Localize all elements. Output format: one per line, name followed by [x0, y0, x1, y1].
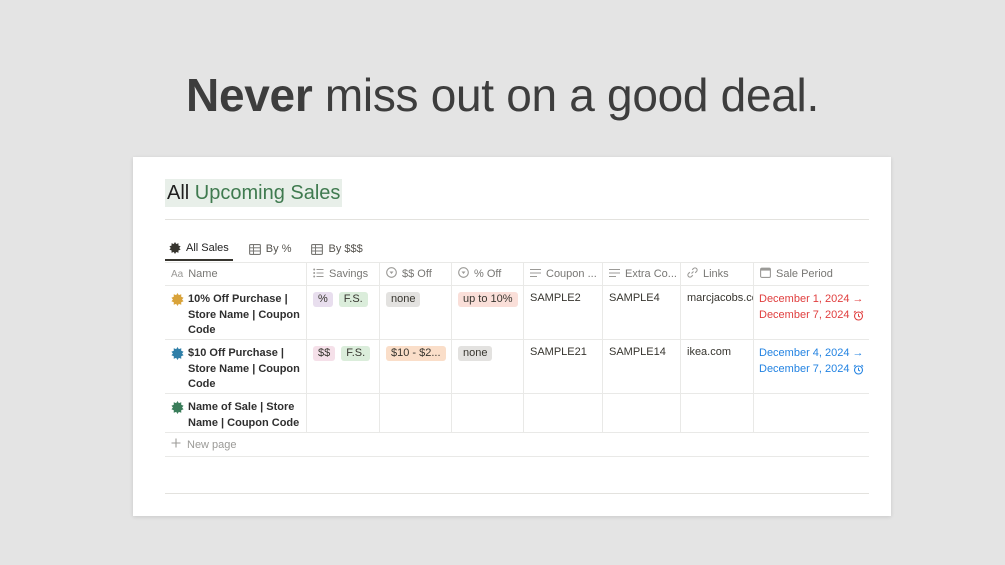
tab-label: All Sales	[186, 242, 229, 254]
savings-tag: F.S.	[338, 292, 368, 307]
cell-sale-period[interactable]: December 1, 2024 → December 7, 2024	[754, 286, 869, 339]
lines-icon	[530, 268, 541, 281]
cell-extra-coupon[interactable]: SAMPLE14	[603, 340, 681, 393]
select-icon	[386, 267, 397, 281]
dollar-off-tag: none	[386, 292, 421, 307]
headline-rest: miss out on a good deal.	[324, 69, 819, 121]
savings-tag: $$	[313, 346, 336, 361]
column-label: % Off	[474, 268, 502, 280]
new-page-label: New page	[187, 438, 237, 451]
title-part-all: All	[167, 182, 190, 204]
column-header-sale-period[interactable]: Sale Period	[754, 263, 869, 285]
column-header-links[interactable]: Links	[681, 263, 754, 285]
burst-icon	[171, 347, 184, 393]
alarm-clock-icon	[853, 310, 864, 321]
burst-icon	[171, 401, 184, 431]
cell-link[interactable]: ikea.com	[681, 340, 754, 393]
row-title: 10% Off Purchase | Store Name | Coupon C…	[188, 293, 300, 336]
cell-coupon[interactable]	[524, 394, 603, 432]
cell-sale-period[interactable]	[754, 394, 869, 432]
cell-savings[interactable]	[307, 394, 380, 432]
select-icon	[458, 267, 469, 281]
tab-all-sales[interactable]: All Sales	[165, 237, 233, 261]
column-label: Name	[188, 268, 218, 280]
tab-label: By %	[265, 243, 292, 255]
cell-name[interactable]: Name of Sale | Store Name | Coupon Code	[165, 394, 307, 432]
list-icon	[313, 268, 324, 281]
cell-dollar-off[interactable]	[380, 394, 452, 432]
table-row[interactable]: Name of Sale | Store Name | Coupon Code	[165, 394, 869, 433]
column-header-name[interactable]: Aa Name	[165, 263, 307, 285]
calendar-icon	[760, 267, 771, 281]
sales-table: Aa Name Savings $$ Off % Off Coupon ... E…	[165, 262, 869, 457]
link-icon	[687, 267, 698, 281]
title-divider	[165, 219, 869, 220]
table-icon	[311, 243, 324, 255]
plus-icon	[171, 438, 181, 451]
alarm-clock-icon	[853, 364, 864, 375]
column-label: Links	[703, 268, 729, 280]
table-icon	[248, 243, 261, 255]
column-header-pct-off[interactable]: % Off	[452, 263, 524, 285]
column-label: Coupon ...	[546, 268, 597, 280]
cell-name[interactable]: $10 Off Purchase | Store Name | Coupon C…	[165, 340, 307, 393]
cell-extra-coupon[interactable]: SAMPLE4	[603, 286, 681, 339]
cell-savings[interactable]: $$ F.S.	[307, 340, 380, 393]
cell-pct-off[interactable]: up to 10%	[452, 286, 524, 339]
cell-sale-period[interactable]: December 4, 2024 → December 7, 2024	[754, 340, 869, 393]
period-end: December 7, 2024	[759, 308, 850, 321]
headline-bold: Never	[186, 69, 313, 121]
cell-coupon[interactable]: SAMPLE21	[524, 340, 603, 393]
cell-extra-coupon[interactable]	[603, 394, 681, 432]
table-header: Aa Name Savings $$ Off % Off Coupon ... E…	[165, 262, 869, 286]
tab-by-dollars[interactable]: By $$$	[307, 237, 366, 261]
savings-tag: F.S.	[341, 346, 371, 361]
view-tabs: All Sales By % By $$$	[165, 237, 367, 261]
database-card: All Upcoming Sales All Sales By % By $$$…	[133, 157, 891, 516]
pct-off-tag: up to 10%	[458, 292, 518, 307]
tab-label: By $$$	[328, 243, 363, 255]
cell-dollar-off[interactable]: none	[380, 286, 452, 339]
headline: Never miss out on a good deal.	[0, 68, 1005, 122]
cell-name[interactable]: 10% Off Purchase | Store Name | Coupon C…	[165, 286, 307, 339]
period-start: December 4, 2024 →	[759, 347, 864, 359]
pct-off-tag: none	[458, 346, 493, 361]
title-part-upcoming: Upcoming Sales	[194, 182, 341, 204]
table-row[interactable]: 10% Off Purchase | Store Name | Coupon C…	[165, 286, 869, 340]
text-aa-icon: Aa	[171, 268, 184, 280]
cell-link[interactable]	[681, 394, 754, 432]
link-text[interactable]: ikea.com	[687, 346, 731, 358]
new-page-button[interactable]: New page	[165, 433, 869, 457]
database-title[interactable]: All Upcoming Sales	[165, 179, 343, 207]
period-start: December 1, 2024 →	[759, 293, 864, 305]
column-header-coupon[interactable]: Coupon ...	[524, 263, 603, 285]
column-header-extra-coupon[interactable]: Extra Co...	[603, 263, 681, 285]
column-header-savings[interactable]: Savings	[307, 263, 380, 285]
period-end: December 7, 2024	[759, 362, 850, 375]
savings-tag: %	[313, 292, 333, 307]
cell-coupon[interactable]: SAMPLE2	[524, 286, 603, 339]
column-label: Extra Co...	[625, 268, 677, 280]
column-label: $$ Off	[402, 268, 432, 280]
row-title: Name of Sale | Store Name | Coupon Code	[188, 401, 300, 429]
column-label: Savings	[329, 268, 369, 280]
column-label: Sale Period	[776, 268, 833, 280]
column-header-dollar-off[interactable]: $$ Off	[380, 263, 452, 285]
tab-by-percent[interactable]: By %	[245, 237, 296, 261]
cell-pct-off[interactable]	[452, 394, 524, 432]
bottom-divider	[165, 493, 869, 494]
cell-savings[interactable]: % F.S.	[307, 286, 380, 339]
table-row[interactable]: $10 Off Purchase | Store Name | Coupon C…	[165, 340, 869, 394]
cell-pct-off[interactable]: none	[452, 340, 524, 393]
cell-link[interactable]: marcjacobs.com	[681, 286, 754, 339]
row-title: $10 Off Purchase | Store Name | Coupon C…	[188, 347, 300, 390]
link-text[interactable]: marcjacobs.com	[687, 292, 753, 304]
dollar-off-tag: $10 - $2...	[386, 346, 446, 361]
burst-icon	[171, 293, 184, 339]
cell-dollar-off[interactable]: $10 - $2...	[380, 340, 452, 393]
burst-icon	[169, 242, 181, 254]
lines-icon	[609, 268, 620, 281]
